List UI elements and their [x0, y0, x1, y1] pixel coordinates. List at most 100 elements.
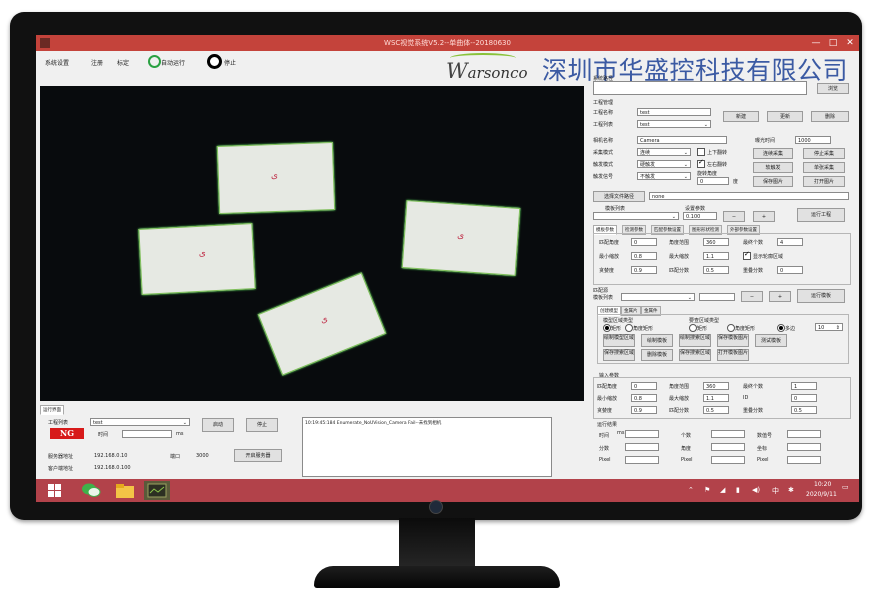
- ime-indicator[interactable]: 中: [772, 486, 779, 496]
- draw-template-button[interactable]: 绘制模板: [641, 334, 673, 347]
- param-input[interactable]: 360: [703, 382, 729, 390]
- increase-button[interactable]: +: [753, 211, 775, 222]
- project-list-select[interactable]: test ⌄: [637, 120, 711, 128]
- project-name-input[interactable]: test: [637, 108, 711, 116]
- param-input[interactable]: 0: [631, 382, 657, 390]
- flag-icon[interactable]: ⚑: [704, 486, 710, 494]
- delete-project-button[interactable]: 删除: [811, 111, 849, 122]
- trigger-signal-label: 触发信号: [593, 174, 614, 180]
- model-value-input[interactable]: [699, 293, 735, 301]
- stop-capture-button[interactable]: 停止采集: [803, 148, 845, 159]
- file-explorer-icon[interactable]: [112, 481, 138, 500]
- trigger-signal-select[interactable]: 不触发 ⌄: [637, 172, 691, 180]
- stop-icon[interactable]: [207, 54, 222, 69]
- param-input[interactable]: 0.9: [631, 266, 657, 274]
- notification-icon[interactable]: ▭: [842, 483, 849, 491]
- battery-icon[interactable]: ▮: [736, 486, 740, 494]
- roi-rect-radio[interactable]: [689, 324, 697, 332]
- score-input[interactable]: 0.100: [683, 212, 717, 220]
- start-button[interactable]: 启动: [202, 418, 234, 432]
- webcam: [429, 500, 443, 514]
- roi-count-spinner[interactable]: 10 ⇕: [815, 323, 843, 331]
- param-input[interactable]: 4: [777, 238, 803, 246]
- model-list-select[interactable]: ⌄: [621, 293, 695, 301]
- run-project-button[interactable]: 运行工程: [797, 208, 845, 222]
- param-input[interactable]: 0: [631, 238, 657, 246]
- log-output[interactable]: 10:19:45:184 Enumerate_NoUVision_Camera …: [302, 417, 552, 477]
- param-input[interactable]: 0.8: [631, 252, 657, 260]
- param-input[interactable]: 0.9: [631, 406, 657, 414]
- bluetooth-icon[interactable]: ✱: [788, 486, 794, 494]
- exposure-input[interactable]: 1000: [795, 136, 831, 144]
- param-input[interactable]: 1.1: [703, 252, 729, 260]
- increase-button[interactable]: +: [769, 291, 791, 302]
- open-image-button[interactable]: 打开图片: [803, 176, 845, 187]
- volume-icon[interactable]: ◀): [752, 486, 760, 494]
- open-template-image-button[interactable]: 打开模板图片: [717, 349, 749, 361]
- clock-time[interactable]: 10:20: [814, 481, 831, 488]
- param-input[interactable]: 1: [791, 382, 817, 390]
- stop-run-button[interactable]: 停止: [224, 58, 236, 67]
- continuous-capture-button[interactable]: 连续采集: [753, 148, 793, 159]
- param-input[interactable]: 0.8: [631, 394, 657, 402]
- refresh-icon[interactable]: [148, 55, 161, 68]
- show-contour-checkbox[interactable]: [743, 250, 751, 260]
- save-search-region-button[interactable]: 保存搜索区域: [603, 349, 635, 361]
- param-input[interactable]: 0: [777, 266, 803, 274]
- flip-updown-checkbox[interactable]: [697, 148, 705, 156]
- open-server-button[interactable]: 开启服务器: [234, 449, 282, 462]
- camera-name-input[interactable]: Camera: [637, 136, 727, 144]
- draw-search-region-button[interactable]: 绘制搜索区域: [679, 334, 711, 347]
- soft-trigger-button[interactable]: 软触发: [753, 162, 793, 173]
- minimize-button[interactable]: —: [808, 36, 824, 50]
- save-image-button[interactable]: 保存图片: [753, 176, 793, 187]
- update-project-button[interactable]: 更新: [767, 111, 803, 122]
- file-path-input[interactable]: none: [649, 192, 849, 200]
- close-button[interactable]: ✕: [842, 36, 858, 50]
- menu-calibrate[interactable]: 标定: [117, 58, 129, 67]
- save-template-image-button[interactable]: 保存模板图片: [717, 334, 749, 347]
- trigger-mode-select[interactable]: 硬触发 ⌄: [637, 160, 691, 168]
- select-file-path-button[interactable]: 选择文件路径: [593, 191, 645, 202]
- windows-start-icon[interactable]: [42, 481, 68, 500]
- save-search-region-button-2[interactable]: 保存搜索区域: [679, 349, 711, 361]
- run-template-button[interactable]: 运行模板: [797, 289, 845, 303]
- run-project-select[interactable]: test ⌄: [90, 418, 190, 426]
- vision-app-icon[interactable]: [144, 481, 170, 500]
- roi-angle-rect-radio[interactable]: [727, 324, 735, 332]
- param-input[interactable]: 0.5: [791, 406, 817, 414]
- wifi-icon[interactable]: ◢: [720, 486, 725, 494]
- param-input[interactable]: 0: [791, 394, 817, 402]
- draw-model-region-button[interactable]: 绘制模型区域: [603, 334, 635, 347]
- menu-system-settings[interactable]: 系统设置: [45, 58, 69, 67]
- port-value: 3000: [196, 453, 209, 459]
- maximize-button[interactable]: □: [825, 36, 841, 50]
- param-input[interactable]: 1.1: [703, 394, 729, 402]
- single-capture-button[interactable]: 单张采集: [803, 162, 845, 173]
- template-list-select[interactable]: ⌄: [593, 212, 679, 220]
- menu-register[interactable]: 注册: [91, 58, 103, 67]
- param-input[interactable]: 360: [703, 238, 729, 246]
- tab-run-interface[interactable]: 运行界面: [40, 405, 64, 415]
- rect-radio[interactable]: [603, 324, 611, 332]
- clock-date[interactable]: 2020/9/11: [806, 491, 837, 498]
- delete-template-button[interactable]: 删除模板: [641, 349, 673, 361]
- roi-polygon-radio[interactable]: [777, 324, 785, 332]
- stop-button[interactable]: 停止: [246, 418, 278, 432]
- decrease-button[interactable]: −: [723, 211, 745, 222]
- decrease-button[interactable]: −: [741, 291, 763, 302]
- angle-rect-radio[interactable]: [625, 324, 633, 332]
- rotate-input[interactable]: 0: [697, 177, 729, 185]
- auto-run-button[interactable]: 自动运行: [161, 58, 185, 67]
- test-template-button[interactable]: 测试模板: [755, 334, 787, 347]
- path-input[interactable]: [593, 81, 807, 95]
- browse-button[interactable]: 浏览: [817, 83, 849, 94]
- capture-mode-select[interactable]: 连续 ⌄: [637, 148, 691, 156]
- camera-view[interactable]: ﻯ ﻯ ﻯ ﻯ: [40, 86, 584, 401]
- flip-leftright-checkbox[interactable]: [697, 158, 705, 168]
- param-input[interactable]: 0.5: [703, 406, 729, 414]
- param-input[interactable]: 0.5: [703, 266, 729, 274]
- wechat-icon[interactable]: [78, 481, 104, 500]
- network-icon[interactable]: ⌃: [688, 486, 694, 494]
- new-project-button[interactable]: 新建: [723, 111, 759, 122]
